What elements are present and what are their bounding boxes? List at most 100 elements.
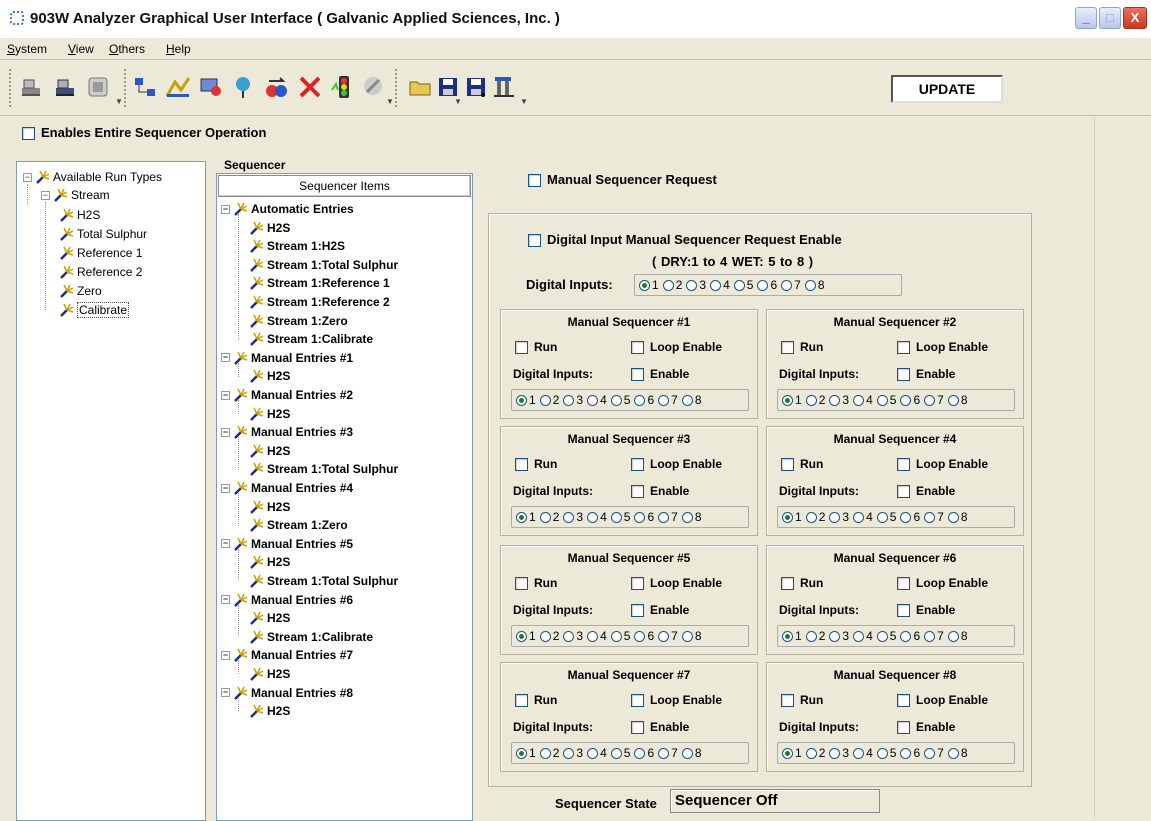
- computer-settings-icon[interactable]: [197, 73, 225, 101]
- export-icon[interactable]: [490, 73, 518, 101]
- run-checkbox[interactable]: Run: [515, 457, 557, 472]
- radio-button[interactable]: [947, 747, 959, 759]
- checkbox-box[interactable]: [528, 174, 541, 188]
- sequencer-panel[interactable]: Sequencer Items − Automatic Entries H2S Str…: [216, 173, 473, 821]
- radio-button[interactable]: [804, 279, 816, 291]
- download-icon[interactable]: [51, 73, 79, 101]
- sequencer-entry[interactable]: Stream 1:Zero: [249, 312, 348, 330]
- sequencer-entry[interactable]: H2S: [249, 553, 290, 571]
- radio-button[interactable]: [681, 630, 693, 642]
- checkbox-box[interactable]: [631, 368, 644, 382]
- loop-enable-checkbox[interactable]: Loop Enable: [631, 693, 722, 708]
- chart-icon[interactable]: [164, 73, 192, 101]
- radio-button[interactable]: [876, 511, 888, 523]
- radio-button[interactable]: [587, 630, 599, 642]
- radio-button[interactable]: [781, 279, 793, 291]
- sequencer-entry[interactable]: Stream 1:Calibrate: [249, 330, 373, 348]
- loop-enable-checkbox[interactable]: Loop Enable: [897, 457, 988, 472]
- title-bar[interactable]: 903W Analyzer Graphical User Interface (…: [0, 0, 1151, 38]
- radio-button[interactable]: [924, 394, 936, 406]
- radio-button[interactable]: [681, 394, 693, 406]
- sequencer-group-9[interactable]: − Manual Entries #8: [221, 684, 353, 702]
- radio-button[interactable]: [829, 747, 841, 759]
- loop-enable-checkbox[interactable]: Loop Enable: [897, 340, 988, 355]
- menu-others[interactable]: Others: [109, 42, 145, 56]
- tools-icon[interactable]: [360, 73, 388, 101]
- radio-button[interactable]: [610, 630, 622, 642]
- radio-button[interactable]: [563, 394, 575, 406]
- collapse-icon[interactable]: −: [221, 204, 230, 214]
- run-checkbox[interactable]: Run: [781, 340, 823, 355]
- digital-input-enable-checkbox[interactable]: Enable: [897, 367, 955, 382]
- checkbox-box[interactable]: [631, 341, 644, 355]
- checkbox-box[interactable]: [897, 485, 910, 499]
- checkbox-box[interactable]: [631, 604, 644, 618]
- radio-button[interactable]: [563, 630, 575, 642]
- collapse-icon[interactable]: −: [41, 190, 50, 200]
- radio-button[interactable]: [782, 394, 793, 406]
- toolbar-chevron-icon[interactable]: ▼: [115, 97, 123, 106]
- checkbox-box[interactable]: [22, 127, 35, 141]
- radio-button[interactable]: [853, 511, 865, 523]
- collapse-icon[interactable]: −: [221, 688, 230, 698]
- radio-button[interactable]: [924, 747, 936, 759]
- radio-button[interactable]: [539, 394, 551, 406]
- maximize-button[interactable]: □: [1099, 7, 1121, 29]
- radio-button[interactable]: [757, 279, 769, 291]
- checkbox-box[interactable]: [897, 604, 910, 618]
- loop-enable-checkbox[interactable]: Loop Enable: [631, 457, 722, 472]
- radio-button[interactable]: [639, 279, 650, 291]
- digital-input-enable-checkbox[interactable]: Enable: [631, 720, 689, 735]
- open-folder-icon[interactable]: [406, 73, 434, 101]
- checkbox-box[interactable]: [897, 458, 910, 472]
- radio-button[interactable]: [539, 511, 551, 523]
- radio-button[interactable]: [924, 630, 936, 642]
- sequencer-entry[interactable]: Stream 1:Reference 1: [249, 274, 390, 292]
- radio-button[interactable]: [710, 279, 722, 291]
- collapse-icon[interactable]: −: [23, 172, 32, 182]
- radio-button[interactable]: [563, 511, 575, 523]
- network-icon[interactable]: [131, 73, 159, 101]
- sequencer-entry[interactable]: H2S: [249, 219, 290, 237]
- radio-button[interactable]: [853, 747, 865, 759]
- sequencer-group-4[interactable]: − Manual Entries #3: [221, 423, 353, 441]
- radio-button[interactable]: [900, 511, 912, 523]
- checkbox-box[interactable]: [631, 485, 644, 499]
- radio-button[interactable]: [829, 394, 841, 406]
- checkbox-box[interactable]: [781, 341, 794, 355]
- toolbar-chevron-icon[interactable]: ▼: [520, 97, 528, 106]
- radio-button[interactable]: [587, 511, 599, 523]
- sequencer-entry[interactable]: H2S: [249, 442, 290, 460]
- toolbar-grip[interactable]: [9, 69, 12, 107]
- radio-button[interactable]: [658, 394, 670, 406]
- checkbox-box[interactable]: [897, 341, 910, 355]
- radio-button[interactable]: [587, 394, 599, 406]
- radio-button[interactable]: [658, 747, 670, 759]
- radio-button[interactable]: [805, 747, 817, 759]
- radio-button[interactable]: [782, 511, 793, 523]
- radio-button[interactable]: [681, 511, 693, 523]
- delete-icon[interactable]: [296, 73, 324, 101]
- radio-button[interactable]: [829, 630, 841, 642]
- sequencer-entry[interactable]: Stream 1:Total Sulphur: [249, 572, 398, 590]
- sequencer-entry[interactable]: H2S: [249, 367, 290, 385]
- sequencer-entry[interactable]: Stream 1:Zero: [249, 516, 348, 534]
- update-button[interactable]: UPDATE: [891, 75, 1003, 103]
- sequencer-group-3[interactable]: − Manual Entries #2: [221, 386, 353, 404]
- radio-button[interactable]: [733, 279, 745, 291]
- tree-item-reference-2[interactable]: Reference 2: [59, 263, 142, 281]
- connect-icon[interactable]: [17, 73, 45, 101]
- checkbox-box[interactable]: [897, 368, 910, 382]
- radio-button[interactable]: [829, 511, 841, 523]
- minimize-button[interactable]: _: [1075, 7, 1097, 29]
- sequencer-entry[interactable]: Stream 1:Total Sulphur: [249, 256, 398, 274]
- signal-icon[interactable]: [328, 73, 356, 101]
- radio-button[interactable]: [516, 394, 527, 406]
- loop-enable-checkbox[interactable]: Loop Enable: [631, 340, 722, 355]
- toolbar-chevron-icon[interactable]: ▼: [386, 97, 394, 106]
- toolbar-grip[interactable]: [124, 69, 127, 107]
- radio-button[interactable]: [539, 630, 551, 642]
- radio-button[interactable]: [947, 511, 959, 523]
- toolbar-grip[interactable]: [395, 69, 398, 107]
- radio-button[interactable]: [900, 630, 912, 642]
